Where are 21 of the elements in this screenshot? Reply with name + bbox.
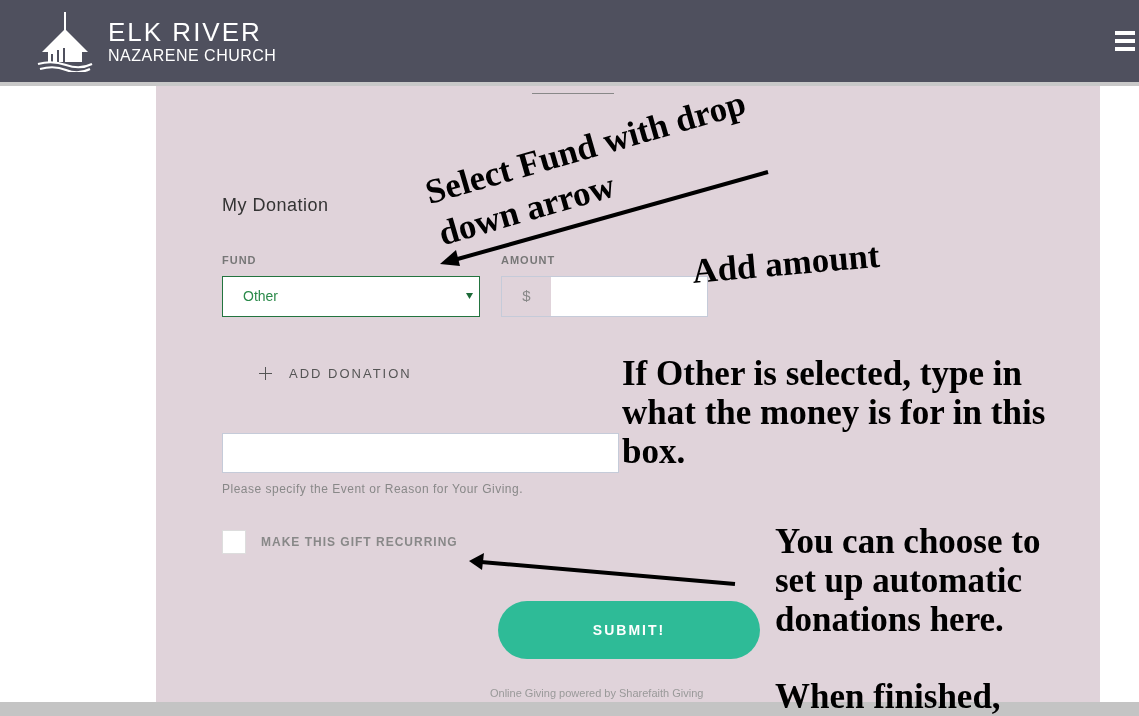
section-title: My Donation [222, 194, 329, 217]
logo-title: ELK RIVER [108, 18, 263, 45]
annotation-text: You can choose to set up automatic donations here. [775, 522, 1042, 639]
field-label: FUND [222, 253, 258, 268]
caret-icon [466, 293, 473, 299]
currency-label: $ [521, 285, 532, 306]
plus-icon [259, 366, 272, 380]
annotation-text: When finished, [775, 677, 1002, 716]
footer-text: Online Giving powered by Sharefaith Giving [490, 686, 704, 701]
hint-text: Please specify the Event or Reason for Your Giving. [222, 481, 524, 498]
fund-select[interactable]: Other [222, 275, 480, 317]
add-donation-button[interactable]: ADD DONATION [259, 363, 412, 383]
submit-button[interactable]: SUBMIT! [498, 601, 760, 659]
church-logo-icon [36, 10, 94, 72]
checkbox[interactable] [222, 530, 246, 554]
menu-icon[interactable] [1115, 31, 1135, 51]
field-label: AMOUNT [501, 253, 557, 268]
logo-subtitle: NAZARENE CHURCH [108, 47, 277, 64]
checkbox-label: MAKE THIS GIFT RECURRING [261, 534, 458, 551]
reason-input-field[interactable] [222, 433, 619, 473]
annotation-text: If Other is selected, type in what the money is for in this box. [622, 354, 1047, 471]
